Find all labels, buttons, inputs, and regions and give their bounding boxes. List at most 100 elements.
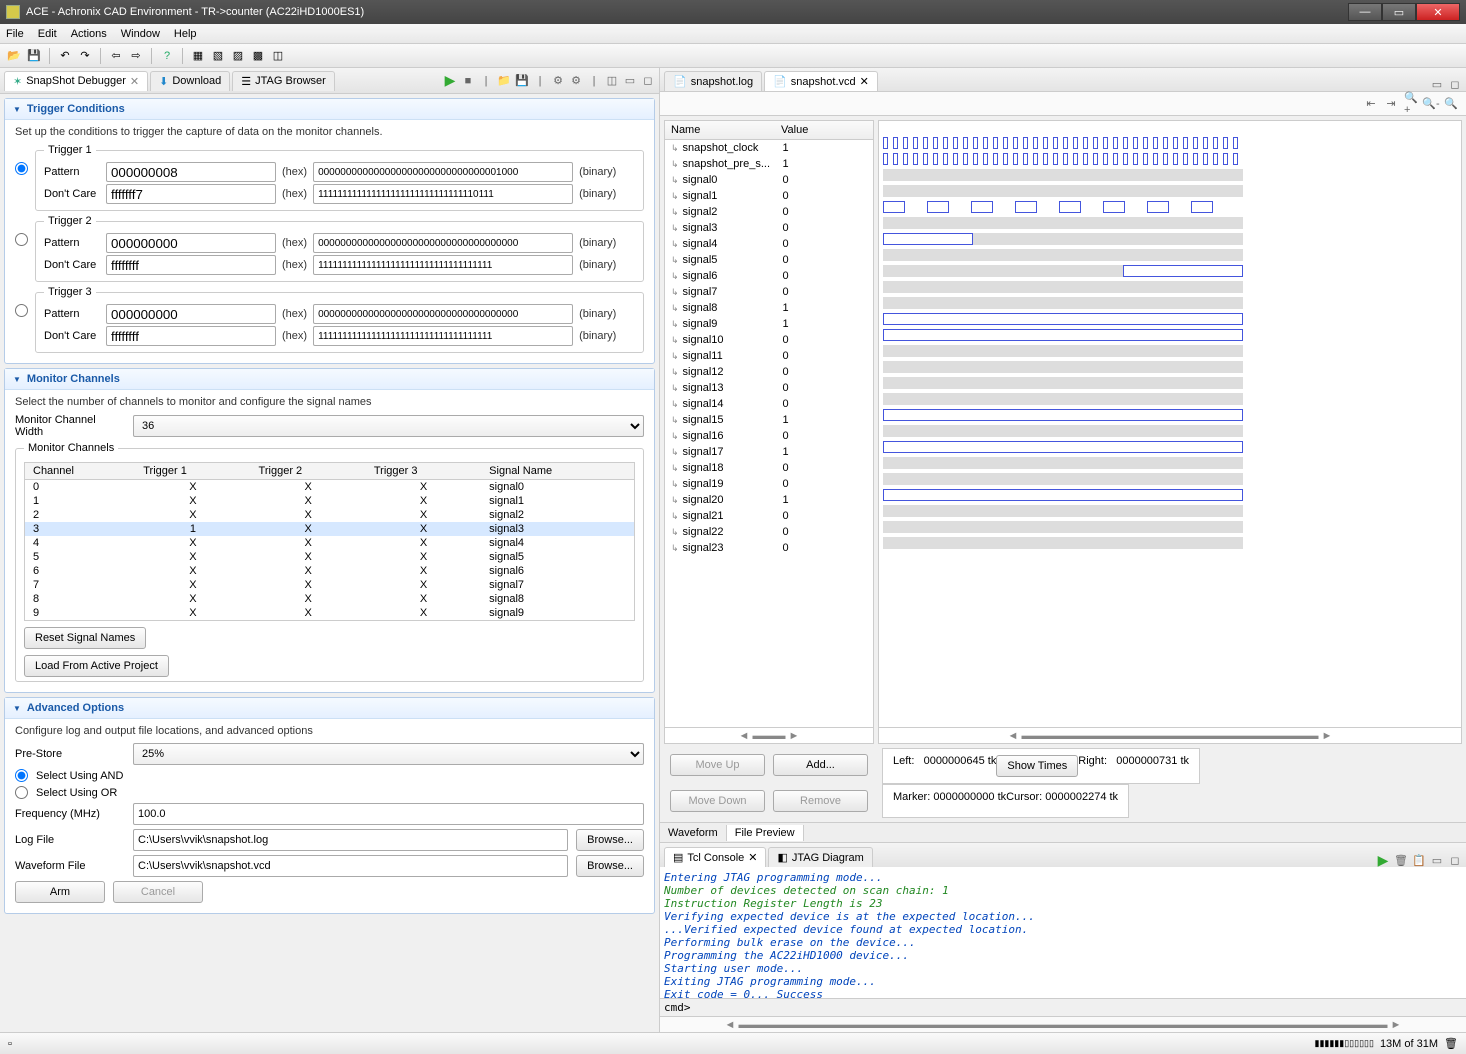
and-radio[interactable] — [15, 769, 28, 782]
play-icon[interactable]: ▶ — [443, 74, 457, 88]
signal-row[interactable]: ↳signal151 — [665, 412, 873, 428]
signal-row[interactable]: ↳signal10 — [665, 188, 873, 204]
signal-row[interactable]: ↳signal201 — [665, 492, 873, 508]
trigger-1-radio[interactable] — [15, 162, 28, 175]
channel-row[interactable]: 1XXXsignal1 — [25, 494, 634, 508]
trigger-3-dontcare-bin[interactable] — [313, 326, 573, 346]
trigger-2-radio[interactable] — [15, 233, 28, 246]
channel-row[interactable]: 5XXXsignal5 — [25, 550, 634, 564]
folder-icon[interactable]: 📁 — [497, 74, 511, 88]
stop-icon[interactable]: ■ — [461, 74, 475, 88]
nav-right-icon[interactable]: ⇥ — [1384, 97, 1398, 111]
tab-download[interactable]: ⬇ Download — [150, 71, 230, 91]
log-input[interactable] — [133, 829, 568, 851]
signal-row[interactable]: ↳signal81 — [665, 300, 873, 316]
signal-row[interactable]: ↳signal120 — [665, 364, 873, 380]
copy-icon[interactable]: 📋 — [1412, 853, 1426, 867]
trigger-2-dontcare-hex[interactable] — [106, 255, 276, 275]
tab-jtag-browser[interactable]: ☰ JTAG Browser — [232, 71, 335, 91]
moveup-button[interactable]: Move Up — [670, 754, 765, 776]
signal-row[interactable]: ↳signal110 — [665, 348, 873, 364]
trigger-2-dontcare-bin[interactable] — [313, 255, 573, 275]
console-prompt[interactable]: cmd> — [660, 998, 1466, 1016]
back-icon[interactable]: ⇦ — [108, 48, 124, 64]
save-icon[interactable]: 💾 — [26, 48, 42, 64]
advanced-header[interactable]: Advanced Options — [5, 698, 654, 719]
channels-table[interactable]: ChannelTrigger 1Trigger 2Trigger 3Signal… — [24, 462, 635, 621]
channel-row[interactable]: 9XXXsignal9 — [25, 606, 634, 620]
remove-button[interactable]: Remove — [773, 790, 868, 812]
tab-snapshot-debugger[interactable]: ✶ SnapShot Debugger ✕ — [4, 71, 148, 91]
tool3-icon[interactable]: ▨ — [230, 48, 246, 64]
minimize-button[interactable]: — — [1348, 3, 1382, 21]
signal-row[interactable]: ↳signal190 — [665, 476, 873, 492]
help-icon[interactable]: ? — [159, 48, 175, 64]
signal-row[interactable]: ↳signal50 — [665, 252, 873, 268]
signal-row[interactable]: ↳signal30 — [665, 220, 873, 236]
tab-waveform[interactable]: Waveform — [660, 825, 727, 841]
tool5-icon[interactable]: ◫ — [270, 48, 286, 64]
undo-icon[interactable]: ↶ — [57, 48, 73, 64]
signal-row[interactable]: ↳signal220 — [665, 524, 873, 540]
waveform-canvas[interactable]: ◄ ▬▬▬▬▬▬▬▬▬▬▬▬▬▬▬▬▬▬▬▬▬▬▬▬▬▬▬ ► — [878, 120, 1462, 744]
trigger-1-dontcare-hex[interactable] — [106, 184, 276, 204]
channel-row[interactable]: 0XXXsignal0 — [25, 480, 634, 495]
signal-row[interactable]: ↳snapshot_clock1 — [665, 140, 873, 156]
monitor-channels-header[interactable]: Monitor Channels — [5, 369, 654, 390]
reset-signal-names-button[interactable]: Reset Signal Names — [24, 627, 146, 649]
freq-input[interactable] — [133, 803, 644, 825]
signal-row[interactable]: ↳signal171 — [665, 444, 873, 460]
trigger-3-pattern-hex[interactable] — [106, 304, 276, 324]
load-from-project-button[interactable]: Load From Active Project — [24, 655, 169, 677]
channel-row[interactable]: 2XXXsignal2 — [25, 508, 634, 522]
min-icon[interactable]: ▭ — [623, 74, 637, 88]
max3-icon[interactable]: ◻ — [1448, 853, 1462, 867]
config1-icon[interactable]: ⚙ — [551, 74, 565, 88]
open-icon[interactable]: 📂 — [6, 48, 22, 64]
trigger-1-dontcare-bin[interactable] — [313, 184, 573, 204]
channel-row[interactable]: 4XXXsignal4 — [25, 536, 634, 550]
signal-row[interactable]: ↳signal160 — [665, 428, 873, 444]
wave-input[interactable] — [133, 855, 568, 877]
config2-icon[interactable]: ⚙ — [569, 74, 583, 88]
save2-icon[interactable]: 💾 — [515, 74, 529, 88]
min3-icon[interactable]: ▭ — [1430, 853, 1444, 867]
menu-window[interactable]: Window — [121, 28, 160, 40]
add-button[interactable]: Add... — [773, 754, 868, 776]
signal-row[interactable]: ↳signal60 — [665, 268, 873, 284]
trash-icon[interactable]: 🗑 — [1444, 1037, 1458, 1050]
tool4-icon[interactable]: ▩ — [250, 48, 266, 64]
or-radio[interactable] — [15, 786, 28, 799]
fwd-icon[interactable]: ⇨ — [128, 48, 144, 64]
tab-file-preview[interactable]: File Preview — [727, 825, 804, 841]
close-button[interactable]: ✕ — [1416, 3, 1460, 21]
tool1-icon[interactable]: ▦ — [190, 48, 206, 64]
menu-file[interactable]: File — [6, 28, 24, 40]
max2-icon[interactable]: ◻ — [1448, 77, 1462, 91]
channel-row[interactable]: 7XXXsignal7 — [25, 578, 634, 592]
signal-row[interactable]: ↳signal100 — [665, 332, 873, 348]
trigger-2-pattern-hex[interactable] — [106, 233, 276, 253]
trigger-conditions-header[interactable]: Trigger Conditions — [5, 99, 654, 120]
trigger-3-pattern-bin[interactable] — [313, 304, 573, 324]
signal-row[interactable]: ↳signal00 — [665, 172, 873, 188]
signal-row[interactable]: ↳signal70 — [665, 284, 873, 300]
width-select[interactable]: 36 — [133, 415, 644, 437]
trigger-3-dontcare-hex[interactable] — [106, 326, 276, 346]
signal-row[interactable]: ↳signal230 — [665, 540, 873, 556]
signal-row[interactable]: ↳signal91 — [665, 316, 873, 332]
zoom-fit-icon[interactable]: 🔍 — [1444, 97, 1458, 111]
signal-row[interactable]: ↳signal20 — [665, 204, 873, 220]
movedown-button[interactable]: Move Down — [670, 790, 765, 812]
channel-row[interactable]: 8XXXsignal8 — [25, 592, 634, 606]
trigger-1-pattern-bin[interactable] — [313, 162, 573, 182]
log-browse-button[interactable]: Browse... — [576, 829, 644, 851]
close-icon[interactable]: ✕ — [130, 75, 139, 88]
signal-row[interactable]: ↳signal140 — [665, 396, 873, 412]
signal-row[interactable]: ↳signal180 — [665, 460, 873, 476]
trigger-1-pattern-hex[interactable] — [106, 162, 276, 182]
zoom-in-icon[interactable]: 🔍+ — [1404, 97, 1418, 111]
wave-browse-button[interactable]: Browse... — [576, 855, 644, 877]
min2-icon[interactable]: ▭ — [1430, 77, 1444, 91]
menu-edit[interactable]: Edit — [38, 28, 57, 40]
